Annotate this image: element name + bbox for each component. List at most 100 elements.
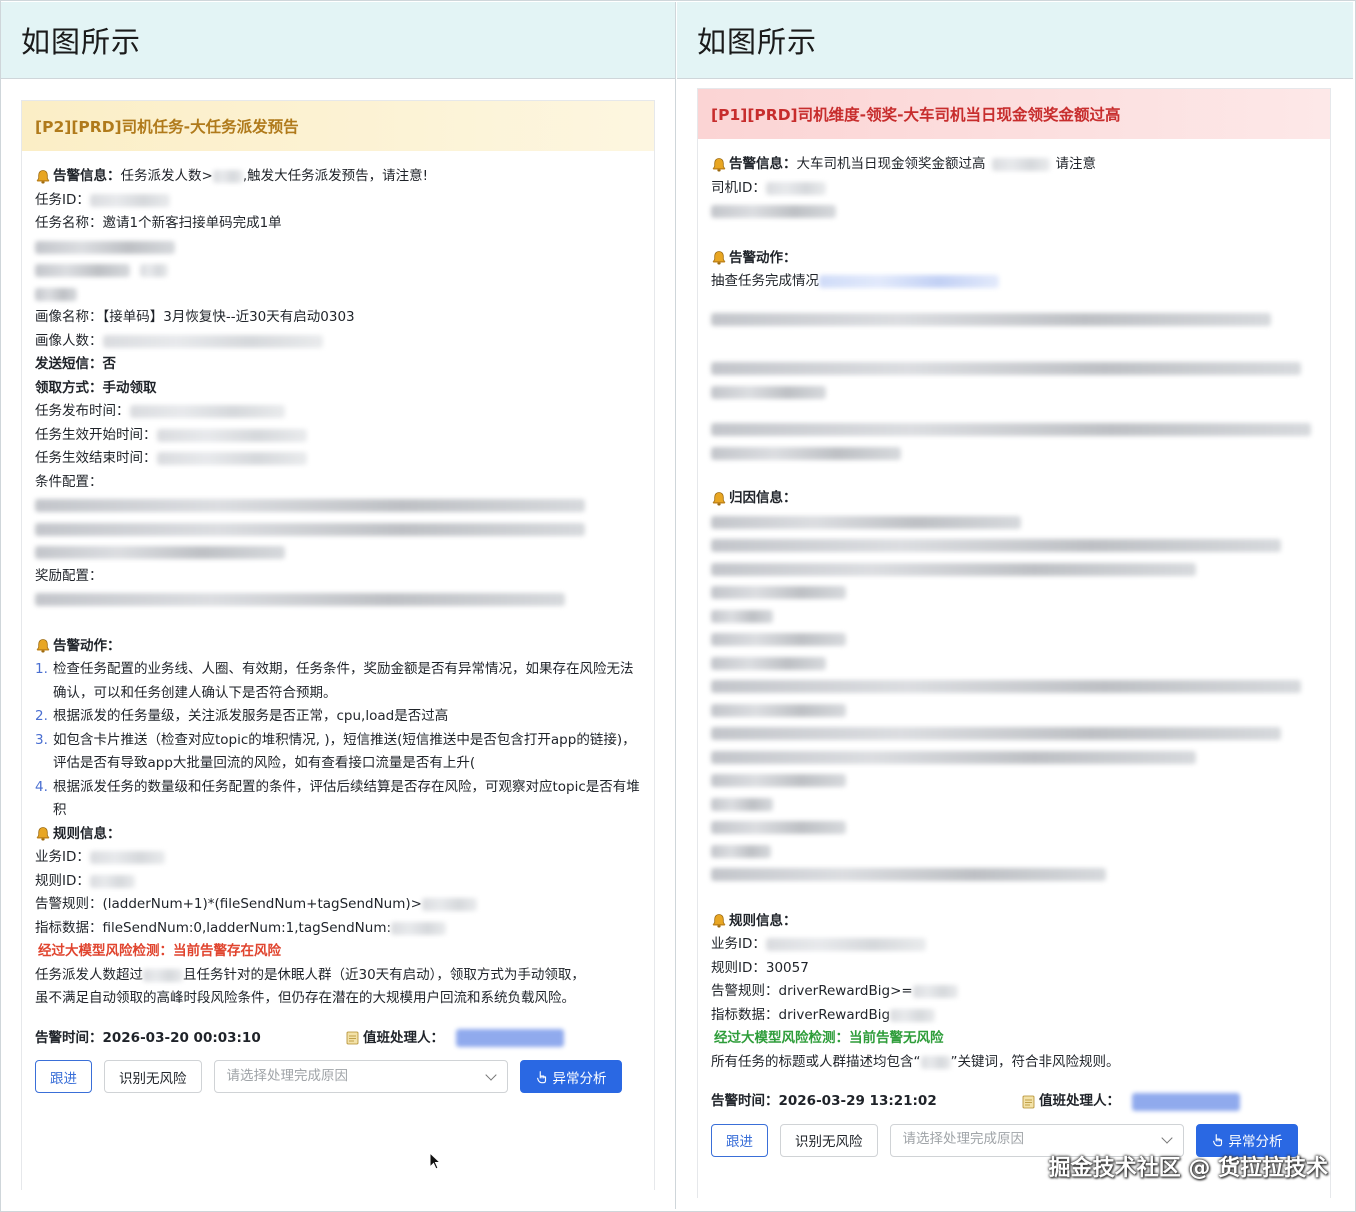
alert-info-label: 告警信息：: [729, 156, 797, 172]
redacted-row: [35, 283, 641, 307]
action-bar: 跟进 识别无风险 请选择处理完成原因 异常分析: [35, 1060, 641, 1093]
redacted-row: [711, 605, 1317, 629]
follow-button[interactable]: 跟进: [35, 1060, 92, 1093]
right-column: 如图所示 [P1][PRD]司机维度-领奖-大车司机当日现金领奖金额过高 告警信…: [677, 2, 1353, 1209]
publish-time-label: 任务发布时间：: [35, 403, 130, 419]
redacted-value: [89, 851, 165, 865]
alert-info-suffix: ,触发大任务派发预告，请注意!: [242, 168, 429, 184]
bell-icon: [35, 826, 51, 842]
on-duty-person[interactable]: [456, 1029, 564, 1048]
redacted-row: [711, 793, 1317, 817]
redacted-value: [765, 938, 926, 952]
redacted-row: [711, 816, 1317, 840]
llm-desc-part: 所有任务的标题或人群描述均包含“: [711, 1053, 921, 1070]
redacted-row: [711, 769, 1317, 793]
pointer-hand-icon: [536, 1070, 546, 1083]
redacted-value: [102, 334, 323, 348]
redacted-row: [711, 863, 1317, 887]
alert-info-prefix: 任务派发人数>: [120, 168, 213, 184]
task-id-label: 任务ID：: [35, 191, 90, 208]
redacted-value: [212, 170, 243, 184]
alert-card-title: [P1][PRD]司机维度-领奖-大车司机当日现金领奖金额过高: [698, 89, 1330, 139]
right-column-header: 如图所示: [677, 2, 1353, 79]
redacted-row: [711, 699, 1317, 723]
llm-check-result: 当前告警无风险: [849, 1030, 944, 1046]
list-item: 1. 检查任务配置的业务线、人圈、有效期，任务条件，奖励金额是否有异常情况，如果存…: [35, 661, 634, 701]
memo-icon: [1022, 1095, 1035, 1109]
reward-label: 奖励配置：: [35, 567, 103, 584]
effective-start-label: 任务生效开始时间：: [35, 426, 157, 443]
llm-check-label: 经过大模型风险检测：: [38, 943, 173, 959]
alert-info-label: 告警信息：: [53, 168, 121, 184]
alert-card-p1: [P1][PRD]司机维度-领奖-大车司机当日现金领奖金额过高 告警信息： 大车…: [697, 88, 1331, 1198]
redacted-value: [143, 968, 183, 982]
alert-card-body: 告警信息： 任务派发人数> ,触发大任务派发预告，请注意! 任务ID： 任务名称…: [22, 151, 654, 1093]
redacted-value: [765, 181, 826, 195]
follow-button[interactable]: 跟进: [711, 1123, 768, 1157]
completion-reason-select[interactable]: 请选择处理完成原因: [213, 1060, 508, 1093]
task-name: 任务名称：邀请1个新客扫接单码完成1单: [35, 215, 282, 231]
list-item: 2. 根据派发的任务量级，关注派发服务是否正常，cpu,load是否过高: [35, 708, 449, 724]
redacted-row: [711, 442, 1317, 466]
redacted-row: [711, 200, 1317, 224]
redacted-value: [156, 452, 307, 466]
alert-info-suffix: 请注意: [1055, 156, 1097, 172]
no-risk-button[interactable]: 识别无风险: [780, 1123, 878, 1157]
redacted-value: [129, 405, 285, 419]
alert-action-text: 抽查任务完成情况: [711, 273, 819, 289]
bell-icon: [711, 913, 727, 929]
alert-time: 告警时间：2026-03-20 00:03:10: [35, 1029, 261, 1046]
mouse-cursor-icon: [429, 1152, 442, 1170]
alert-action-list: 1. 检查任务配置的业务线、人圈、有效期，任务条件，奖励金额是否有异常情况，如果存…: [35, 658, 641, 823]
left-column: 如图所示 [P2][PRD]司机任务-大任务派发预告 告警信息： 任务派发人数>…: [1, 2, 676, 1209]
llm-check-label: 经过大模型风险检测：: [714, 1030, 849, 1046]
metric-data: 指标数据：driverRewardBig: [711, 1006, 891, 1023]
bell-icon: [711, 250, 727, 266]
alert-rule: 告警规则：(ladderNum+1)*(fileSendNum+tagSendN…: [35, 896, 422, 912]
redacted-value: [156, 428, 307, 442]
redacted-row: [711, 381, 1317, 405]
redacted-row: [711, 722, 1317, 746]
no-risk-button[interactable]: 识别无风险: [104, 1060, 202, 1093]
redacted-link[interactable]: [819, 275, 999, 289]
select-placeholder: 请选择处理完成原因: [226, 1067, 349, 1084]
alert-card-p2: [P2][PRD]司机任务-大任务派发预告 告警信息： 任务派发人数> ,触发大…: [21, 100, 655, 1190]
llm-check-result: 当前告警存在风险: [173, 943, 281, 959]
redacted-row: [711, 534, 1317, 558]
watermark-text: 掘金技术社区 @ 货拉拉技术: [1048, 1156, 1328, 1181]
redacted-value: [89, 874, 135, 888]
llm-desc-part: ”关键词，符合非风险规则。: [950, 1053, 1120, 1070]
redacted-row: [711, 308, 1317, 332]
driver-id-label: 司机ID：: [711, 179, 766, 196]
alert-card-title: [P2][PRD]司机任务-大任务派发预告: [22, 101, 654, 151]
redacted-row: [711, 357, 1317, 381]
redacted-row: [711, 840, 1317, 864]
on-duty-label: 值班处理人：: [1039, 1093, 1120, 1109]
redacted-value: [920, 1055, 951, 1069]
redacted-value: [890, 1008, 936, 1022]
redacted-row: [35, 518, 641, 542]
bell-icon: [711, 157, 727, 173]
condition-label: 条件配置：: [35, 473, 103, 490]
select-placeholder: 请选择处理完成原因: [902, 1131, 1025, 1148]
redacted-row: [711, 581, 1317, 605]
alert-action-label: 告警动作：: [729, 249, 797, 266]
llm-desc-part: 且任务针对的是休眠人群（近30天有启动），领取方式为手动领取，: [183, 966, 585, 983]
alert-info-prefix: 大车司机当日现金领奖金额过高: [796, 156, 986, 172]
bell-icon: [711, 491, 727, 507]
llm-desc-part: 任务派发人数超过: [35, 966, 143, 983]
rule-id: 规则ID：30057: [711, 959, 809, 976]
attribution-label: 归因信息：: [729, 490, 797, 506]
bell-icon: [35, 169, 51, 185]
list-item: 4. 根据派发任务的数量级和任务配置的条件，评估后续结算是否存在风险，可观察对应t…: [35, 778, 640, 819]
anomaly-analysis-button[interactable]: 异常分析: [519, 1060, 622, 1093]
on-duty-person[interactable]: [1132, 1092, 1240, 1111]
redacted-row: [711, 652, 1317, 676]
redacted-value: [912, 985, 958, 999]
redacted-value: [991, 158, 1050, 172]
rule-info-label: 规则信息：: [53, 825, 121, 842]
portrait-name: 画像名称：【接单码】3月恢复快--近30天有启动0303: [35, 309, 355, 325]
redacted-row: [711, 675, 1317, 699]
on-duty-label: 值班处理人：: [363, 1029, 444, 1046]
redacted-row: [711, 746, 1317, 770]
